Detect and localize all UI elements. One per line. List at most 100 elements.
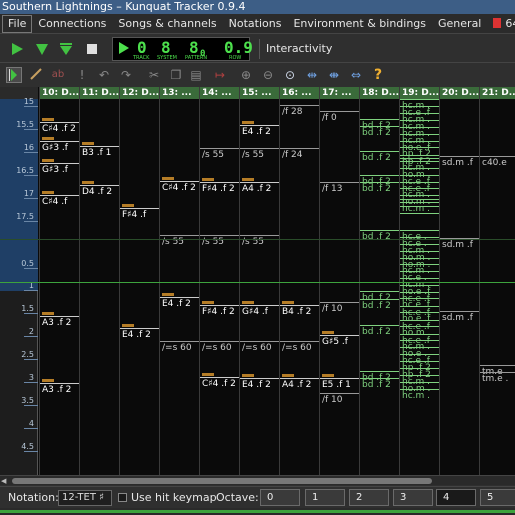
zoom-out-icon[interactable]: ⊖ <box>260 67 276 83</box>
column-header[interactable]: 21: D... <box>480 87 515 99</box>
rest-icon[interactable]: ! <box>74 67 90 83</box>
reset-columns-icon[interactable]: ⇔ <box>348 67 364 83</box>
trigger-event[interactable]: G♯4 .f <box>240 305 279 317</box>
column-header[interactable]: 12: D... <box>120 87 159 99</box>
column-10[interactable]: 10: D... C♯4 .f 2 G♯3 .f G♯3 .f C♯4 .f A3 .f … <box>39 87 79 475</box>
column-20[interactable]: 20: D... sd.m .f sd.m .f sd.m .f <box>439 87 479 475</box>
interactivity-button[interactable]: Interactivity <box>259 39 332 59</box>
column-13[interactable]: 13: ... C♯4 .f 2/s 55 E4 .f 2 /=s 60 <box>159 87 199 475</box>
pencil-icon[interactable] <box>28 67 44 83</box>
trigger-event[interactable]: /f 10 <box>320 302 359 314</box>
trigger-event[interactable]: /=s 60 <box>280 341 319 353</box>
trigger-event[interactable]: E5 .f 1 <box>320 378 359 390</box>
hit-keymap-checkbox[interactable] <box>118 493 127 502</box>
trigger-event[interactable]: sd.m .f <box>440 156 479 168</box>
notation-select[interactable]: 12-TET ♯ <box>58 490 112 506</box>
column-19[interactable]: 19: D... hc.m . hc.e .f hc.m . hc.m . hc.m .h… <box>399 87 439 475</box>
trigger-event[interactable]: c40.e <box>480 156 515 168</box>
column-header[interactable]: 14: ... <box>200 87 239 99</box>
trigger-event[interactable]: /s 55 <box>240 235 279 247</box>
trigger-event[interactable]: E4 .f 2 <box>240 378 279 390</box>
trigger-event[interactable]: /=s 60 <box>240 341 279 353</box>
trigger-event[interactable]: B4 .f 2 <box>280 305 319 317</box>
trigger-event[interactable]: F♯4 .f 2 <box>200 182 239 194</box>
trigger-event[interactable]: /=s 60 <box>160 341 199 353</box>
octave-button-1[interactable]: 1 <box>305 489 345 506</box>
column-header[interactable]: 15: ... <box>240 87 279 99</box>
stop-icon[interactable] <box>84 41 100 57</box>
undo-icon[interactable]: ↶ <box>96 67 112 83</box>
trigger-event[interactable]: C♯4 .f 2 <box>160 181 199 193</box>
octave-button-0[interactable]: 0 <box>260 489 300 506</box>
trigger-event[interactable]: /s 55 <box>200 148 239 160</box>
expand-columns-icon[interactable]: ⇹ <box>304 67 320 83</box>
zoom-in-icon[interactable]: ⊕ <box>238 67 254 83</box>
menu-general[interactable]: General <box>432 14 487 33</box>
column-header[interactable]: 11: D... <box>80 87 119 99</box>
convert-icon[interactable]: ↦ <box>212 67 228 83</box>
play-icon[interactable] <box>9 41 25 57</box>
play-from-cursor-icon[interactable] <box>58 41 74 57</box>
trigger-event[interactable]: A4 .f 2 <box>280 378 319 390</box>
column-12[interactable]: 12: D... F♯4 .f E4 .f 2 <box>119 87 159 475</box>
trigger-event[interactable]: /s 55 <box>240 148 279 160</box>
column-header[interactable]: 13: ... <box>160 87 199 99</box>
trigger-event[interactable]: E4 .f 2 <box>160 297 199 309</box>
column-header[interactable]: 18: D... <box>360 87 399 99</box>
redo-icon[interactable]: ↷ <box>118 67 134 83</box>
octave-button-4[interactable]: 4 <box>436 489 476 506</box>
trigger-event[interactable]: bd .f 2 <box>360 151 399 163</box>
octave-button-2[interactable]: 2 <box>349 489 389 506</box>
trigger-event[interactable]: /f 28 <box>280 105 319 117</box>
column-header[interactable]: 17: ... <box>320 87 359 99</box>
menu-file[interactable]: File <box>2 15 33 33</box>
column-18[interactable]: 18: D... bd .f 2 bd .f 2 bd .f 2 bd .f 2 bd .… <box>359 87 399 475</box>
trigger-event[interactable]: E4 .f 2 <box>240 125 279 137</box>
column-header[interactable]: 19: D... <box>400 87 439 99</box>
trigger-event[interactable]: /s 55 <box>200 235 239 247</box>
help-icon[interactable]: ? <box>370 67 386 83</box>
octave-button-3[interactable]: 3 <box>393 489 433 506</box>
column-21[interactable]: 21: D...c40.etm.etm.e . <box>479 87 515 475</box>
column-header[interactable]: 16: ... <box>280 87 319 99</box>
trigger-event[interactable]: C♯4 .f 2 <box>40 122 79 134</box>
column-15[interactable]: 15: ... E4 .f 2/s 55 A4 .f 2/s 55 G♯4 .f /=s… <box>239 87 279 475</box>
trigger-event[interactable]: bd .f 2 <box>360 299 399 311</box>
octave-button-5[interactable]: 5 <box>480 489 515 506</box>
trigger-event[interactable]: bd .f 2 <box>360 325 399 337</box>
trigger-event[interactable]: G♯3 .f <box>40 141 79 153</box>
trigger-event[interactable]: hc.m . <box>400 389 439 401</box>
paste-icon[interactable]: ▤ <box>188 67 204 83</box>
menu-environment[interactable]: Environment & bindings <box>287 14 432 33</box>
menu-connections[interactable]: Connections <box>32 14 112 33</box>
trigger-event[interactable]: E4 .f 2 <box>120 328 159 340</box>
trigger-event[interactable]: C♯4 .f <box>40 195 79 207</box>
trigger-event[interactable]: bd .f 2 <box>360 378 399 390</box>
trigger-event[interactable]: /=s 60 <box>200 341 239 353</box>
trigger-event[interactable]: A3 .f 2 <box>40 383 79 395</box>
trigger-event[interactable]: A4 .f 2 <box>240 182 279 194</box>
menu-notations[interactable]: Notations <box>223 14 288 33</box>
column-14[interactable]: 14: ... /s 55 F♯4 .f 2/s 55 F♯4 .f 2 /=s 60 C… <box>199 87 239 475</box>
zoom-reset-icon[interactable]: ⊙ <box>282 67 298 83</box>
trigger-event[interactable]: tm.e . <box>480 372 515 384</box>
trigger-event[interactable]: /f 24 <box>280 148 319 160</box>
copy-icon[interactable]: ❐ <box>168 67 184 83</box>
cut-icon[interactable]: ✂ <box>146 67 162 83</box>
trigger-event[interactable]: /f 10 <box>320 393 359 405</box>
trigger-event[interactable]: bd .f 2 <box>360 230 399 242</box>
column-11[interactable]: 11: D... B3 .f 1 D4 .f 2 <box>79 87 119 475</box>
trigger-event[interactable]: F♯4 .f <box>120 208 159 220</box>
column-17[interactable]: 17: ... /f 0/f 13/f 10 G♯5 .f E5 .f 1/f 10 <box>319 87 359 475</box>
menu-songs-channels[interactable]: Songs & channels <box>112 14 222 33</box>
trigger-event[interactable]: F♯4 .f 2 <box>200 305 239 317</box>
trigger-event[interactable]: C♯4 .f 2 <box>200 377 239 389</box>
trigger-event[interactable]: /f 0 <box>320 111 359 123</box>
trigger-event[interactable]: G♯5 .f <box>320 335 359 347</box>
trigger-event[interactable]: A3 .f 2 <box>40 316 79 328</box>
trigger-event[interactable]: /s 55 <box>160 235 199 247</box>
shrink-columns-icon[interactable]: ⇼ <box>326 67 342 83</box>
play-pattern-icon[interactable] <box>34 41 50 57</box>
trigger-event[interactable]: sd.m .f <box>440 311 479 323</box>
trigger-event[interactable]: bd .f 2 <box>360 182 399 194</box>
